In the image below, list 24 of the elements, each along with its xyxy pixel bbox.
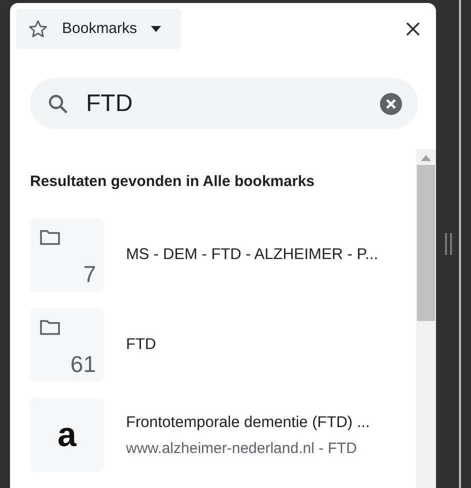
folder-tile[interactable]: 61 bbox=[30, 308, 104, 382]
search-icon bbox=[48, 94, 68, 114]
item-count: 61 bbox=[70, 351, 96, 378]
folder-icon bbox=[40, 229, 60, 245]
bookmarks-menu-button[interactable]: Bookmarks bbox=[16, 8, 181, 49]
favicon-tile[interactable]: a bbox=[30, 398, 104, 472]
site-favicon: a bbox=[58, 416, 76, 454]
close-button[interactable] bbox=[406, 22, 420, 36]
scrollbar-thumb[interactable] bbox=[417, 165, 435, 321]
item-count: 7 bbox=[83, 261, 96, 288]
folder-tile[interactable]: 7 bbox=[30, 218, 104, 292]
bookmark-title[interactable]: Frontotemporale dementie (FTD) ... bbox=[126, 414, 370, 432]
resize-grip-icon[interactable] bbox=[445, 233, 453, 255]
star-icon bbox=[28, 18, 48, 39]
search-field[interactable]: FTD bbox=[30, 78, 418, 129]
scroll-up-icon bbox=[421, 155, 431, 161]
bookmark-url: www.alzheimer-nederland.nl - FTD bbox=[126, 440, 358, 456]
clear-search-button[interactable] bbox=[380, 92, 402, 115]
scrollbar[interactable] bbox=[416, 149, 436, 488]
bookmark-title[interactable]: MS - DEM - FTD - ALZHEIMER - P... bbox=[126, 246, 378, 264]
results-heading: Resultaten gevonden in Alle bookmarks bbox=[30, 173, 316, 190]
folder-icon bbox=[40, 319, 60, 335]
caret-icon bbox=[151, 26, 162, 32]
bookmark-title[interactable]: FTD bbox=[126, 336, 156, 354]
